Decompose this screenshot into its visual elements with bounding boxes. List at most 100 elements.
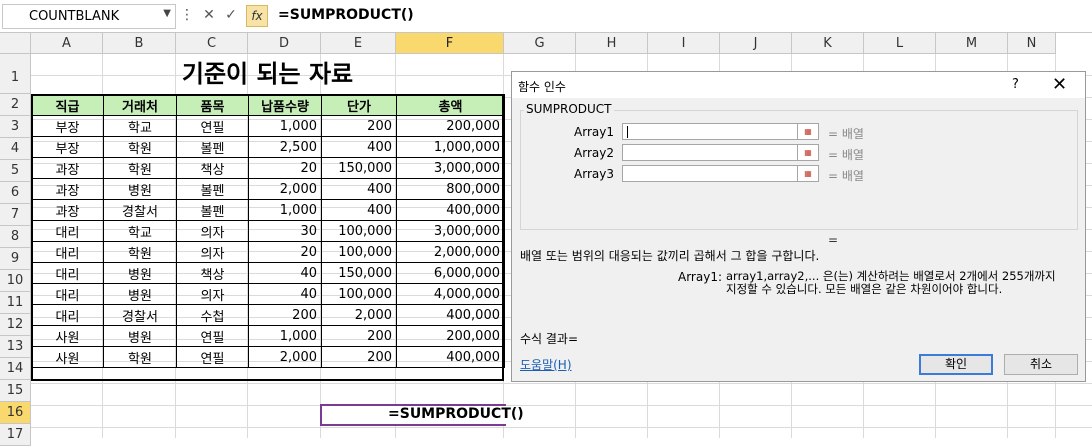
table-cell[interactable]: 대리 — [31, 220, 104, 242]
row-header-17[interactable]: 17 — [0, 424, 31, 446]
table-cell[interactable]: 연필 — [176, 346, 249, 368]
row-header-15[interactable]: 15 — [0, 380, 31, 402]
table-cell[interactable]: 의자 — [176, 241, 249, 263]
table-cell[interactable]: 과장 — [31, 157, 104, 179]
cancel-entry-button[interactable]: ✕ — [200, 6, 218, 24]
row-header-3[interactable]: 3 — [0, 116, 31, 138]
table-cell[interactable]: 100,000 — [321, 241, 397, 263]
row-header-14[interactable]: 14 — [0, 358, 31, 380]
table-cell[interactable]: 4,000,000 — [396, 283, 505, 305]
ok-button[interactable]: 확인 — [919, 354, 993, 375]
row-header-1[interactable]: 1 — [0, 54, 31, 94]
table-cell[interactable]: 대리 — [31, 304, 104, 326]
table-cell[interactable]: 20 — [248, 241, 322, 263]
table-cell[interactable]: 과장 — [31, 178, 104, 200]
table-cell[interactable]: 150,000 — [321, 262, 397, 284]
table-cell[interactable]: 20 — [248, 157, 322, 179]
table-cell[interactable]: 400,000 — [396, 346, 505, 368]
column-header-n[interactable]: N — [1008, 33, 1056, 54]
table-cell[interactable]: 사원 — [31, 346, 104, 368]
cancel-button[interactable]: 취소 — [1004, 354, 1078, 375]
table-cell[interactable]: 볼펜 — [176, 136, 249, 158]
column-header-c[interactable]: C — [176, 33, 248, 54]
header-cell[interactable]: 직급 — [31, 94, 104, 116]
table-cell[interactable]: 책상 — [176, 157, 249, 179]
column-header-j[interactable]: J — [720, 33, 792, 54]
table-cell[interactable]: 400,000 — [396, 199, 505, 221]
row-header-10[interactable]: 10 — [0, 270, 31, 292]
select-all-corner[interactable] — [0, 33, 31, 54]
table-cell[interactable]: 학원 — [103, 157, 177, 179]
table-cell[interactable]: 볼펜 — [176, 199, 249, 221]
table-cell[interactable]: 병원 — [103, 262, 177, 284]
header-cell[interactable]: 납품수량 — [248, 94, 322, 116]
table-cell[interactable]: 학원 — [103, 241, 177, 263]
table-cell[interactable]: 2,000 — [248, 178, 322, 200]
table-cell[interactable]: 병원 — [103, 283, 177, 305]
table-cell[interactable]: 학교 — [103, 115, 177, 137]
table-cell[interactable]: 2,000,000 — [396, 241, 505, 263]
column-header-l[interactable]: L — [864, 33, 936, 54]
table-cell[interactable]: 의자 — [176, 220, 249, 242]
table-cell[interactable]: 사원 — [31, 325, 104, 347]
table-cell[interactable]: 병원 — [103, 325, 177, 347]
table-cell[interactable]: 200,000 — [396, 325, 505, 347]
array1-input[interactable] — [622, 123, 798, 140]
range-select-icon[interactable]: ▦ — [797, 123, 819, 140]
column-header-f[interactable]: F — [396, 33, 504, 54]
row-header-2[interactable]: 2 — [0, 94, 31, 116]
close-icon[interactable]: ✕ — [1052, 74, 1067, 95]
table-cell[interactable]: 학원 — [103, 346, 177, 368]
table-cell[interactable]: 6,000,000 — [396, 262, 505, 284]
table-cell[interactable]: 200 — [321, 325, 397, 347]
header-cell[interactable]: 단가 — [321, 94, 397, 116]
table-cell[interactable]: 1,000,000 — [396, 136, 505, 158]
table-cell[interactable]: 200 — [248, 304, 322, 326]
table-cell[interactable]: 800,000 — [396, 178, 505, 200]
table-cell[interactable]: 30 — [248, 220, 322, 242]
range-select-icon[interactable]: ▦ — [797, 165, 819, 182]
table-cell[interactable]: 400 — [321, 178, 397, 200]
row-header-16[interactable]: 16 — [0, 402, 31, 424]
table-cell[interactable]: 수첩 — [176, 304, 249, 326]
table-cell[interactable]: 200 — [321, 115, 397, 137]
chevron-down-icon[interactable]: ▼ — [163, 8, 171, 19]
column-header-a[interactable]: A — [31, 33, 103, 54]
table-cell[interactable]: 1,000 — [248, 199, 322, 221]
table-cell[interactable]: 병원 — [103, 178, 177, 200]
dialog-titlebar[interactable]: 함수 인수 ? ✕ — [512, 72, 1085, 98]
row-header-13[interactable]: 13 — [0, 336, 31, 358]
table-cell[interactable]: 2,000 — [248, 346, 322, 368]
table-cell[interactable]: 150,000 — [321, 157, 397, 179]
row-header-11[interactable]: 11 — [0, 292, 31, 314]
table-cell[interactable]: 대리 — [31, 241, 104, 263]
table-cell[interactable]: 책상 — [176, 262, 249, 284]
table-cell[interactable]: 의자 — [176, 283, 249, 305]
column-header-d[interactable]: D — [248, 33, 321, 54]
table-cell[interactable]: 대리 — [31, 262, 104, 284]
table-cell[interactable]: 400,000 — [396, 304, 505, 326]
table-cell[interactable]: 200,000 — [396, 115, 505, 137]
table-cell[interactable]: 1,000 — [248, 325, 322, 347]
column-header-i[interactable]: I — [648, 33, 720, 54]
table-cell[interactable]: 3,000,000 — [396, 157, 505, 179]
column-header-h[interactable]: H — [576, 33, 648, 54]
table-cell[interactable]: 40 — [248, 283, 322, 305]
table-cell[interactable]: 과장 — [31, 199, 104, 221]
row-header-9[interactable]: 9 — [0, 248, 31, 270]
help-link[interactable]: 도움말(H) — [520, 356, 572, 373]
table-cell[interactable]: 연필 — [176, 325, 249, 347]
help-icon[interactable]: ? — [1012, 77, 1019, 92]
row-header-8[interactable]: 8 — [0, 226, 31, 248]
formula-input[interactable]: =SUMPRODUCT() — [278, 7, 414, 23]
table-cell[interactable]: 부장 — [31, 136, 104, 158]
table-cell[interactable]: 100,000 — [321, 283, 397, 305]
enter-button[interactable]: ✓ — [222, 6, 240, 24]
column-header-k[interactable]: K — [792, 33, 864, 54]
column-header-m[interactable]: M — [936, 33, 1008, 54]
column-header-b[interactable]: B — [103, 33, 176, 54]
row-header-7[interactable]: 7 — [0, 204, 31, 226]
table-cell[interactable]: 볼펜 — [176, 178, 249, 200]
table-cell[interactable]: 부장 — [31, 115, 104, 137]
row-header-5[interactable]: 5 — [0, 160, 31, 182]
